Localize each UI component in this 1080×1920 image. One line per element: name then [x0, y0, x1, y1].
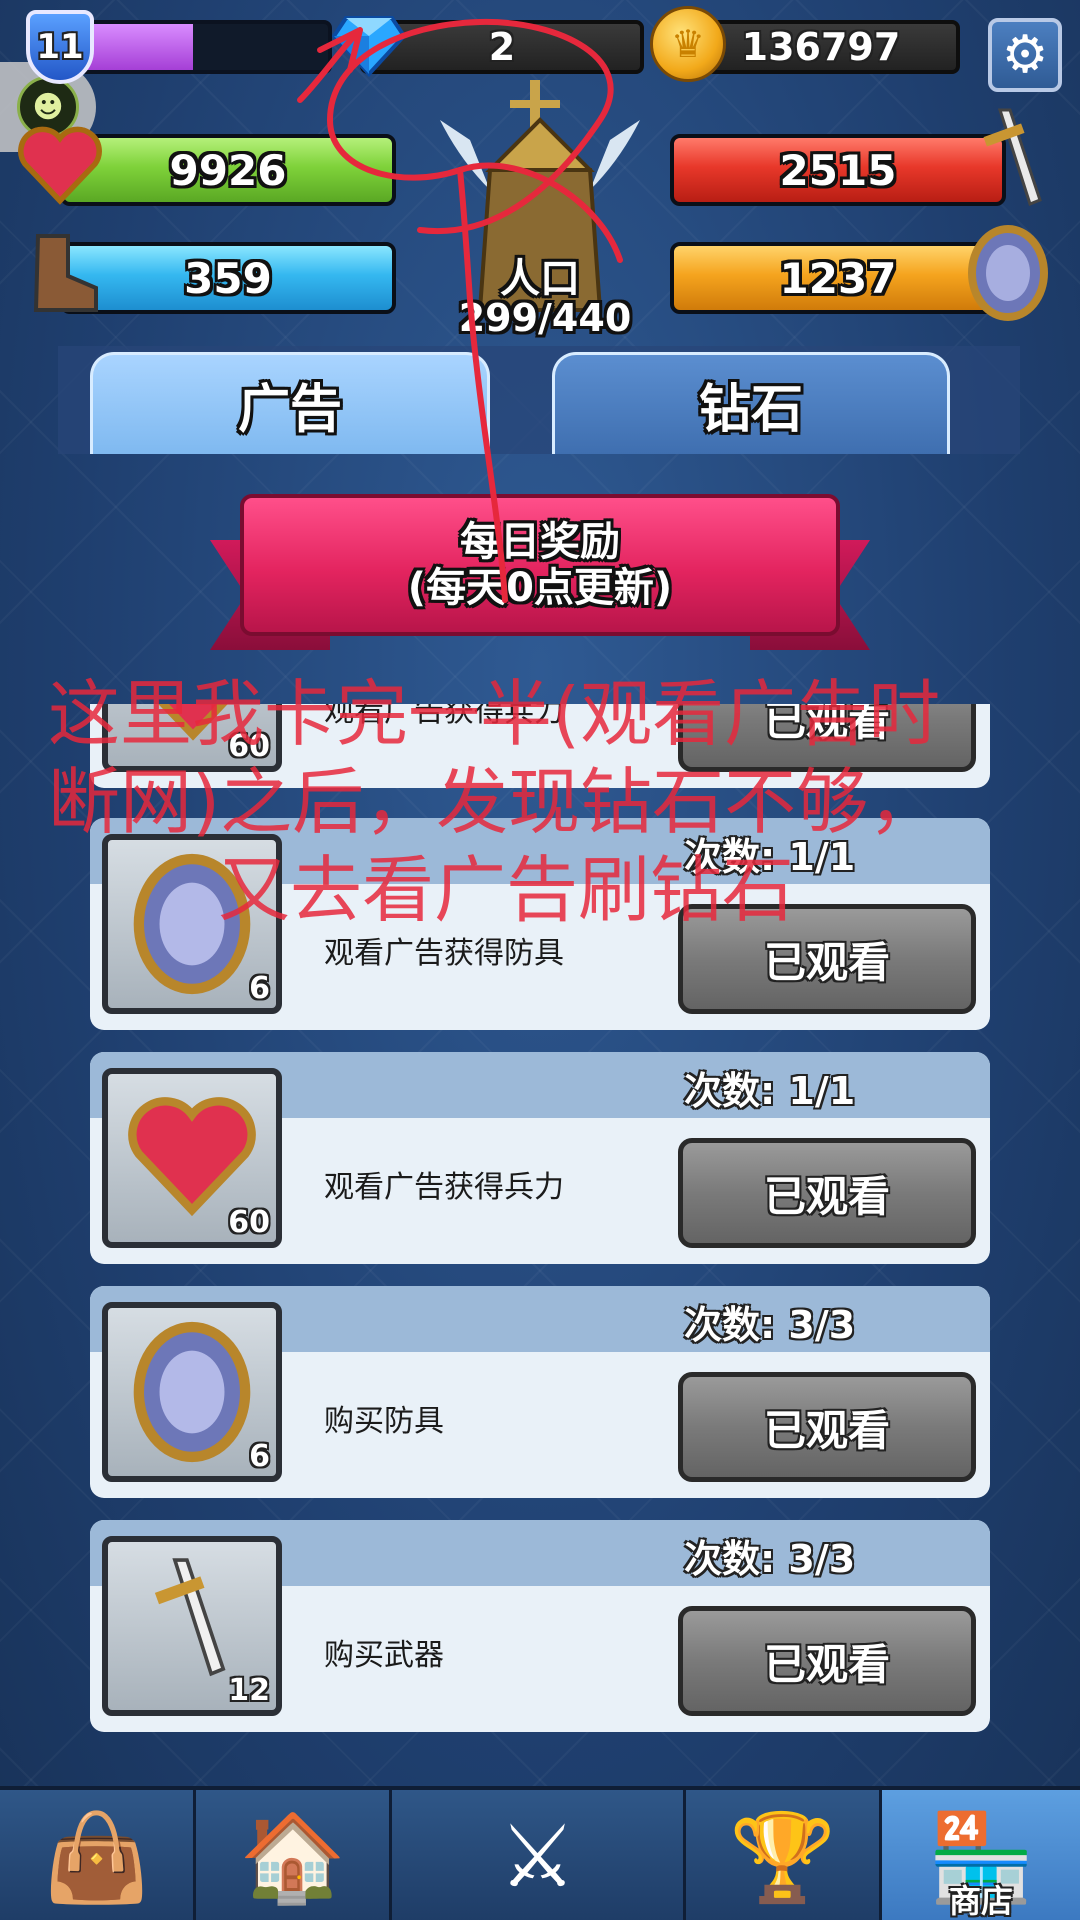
item-description: 购买防具 [324, 1404, 444, 1439]
heart-icon [18, 126, 102, 205]
ribbon-subtitle: (每天0点更新) [407, 565, 673, 611]
trophy-icon: 🏆 [728, 1807, 837, 1908]
item-slot: 6 [102, 834, 282, 1014]
watched-button[interactable]: 已观看 [678, 1138, 976, 1248]
shield-icon [133, 1321, 251, 1463]
watched-button[interactable]: 已观看 [678, 704, 976, 772]
item-quantity: 6 [249, 971, 270, 1006]
speed-stat: 359 [60, 242, 396, 314]
item-description: 购买武器 [324, 1638, 444, 1673]
watched-button[interactable]: 已观看 [678, 1372, 976, 1482]
defense-stat: 1237 [670, 242, 1006, 314]
item-description: 观看广告获得兵力 [324, 1170, 564, 1205]
xp-bar [70, 20, 332, 74]
item-quantity: 6 [249, 1439, 270, 1474]
boot-icon [33, 234, 98, 312]
house-icon: 🏠 [238, 1807, 347, 1908]
nav-shop[interactable]: 🏪 商店 [882, 1790, 1080, 1920]
list-clip: 60 观看广告获得兵力 已观看 [0, 704, 1080, 794]
sword-icon [983, 108, 1042, 206]
ribbon-title: 每日奖励 [460, 519, 620, 565]
nav-shop-label: 商店 [948, 1882, 1013, 1920]
item-slot: 6 [102, 1302, 282, 1482]
crossed-swords-icon: ⚔ [498, 1807, 577, 1907]
count-label: 次数: 1/1 [684, 835, 856, 879]
item-slot: 60 [102, 704, 282, 772]
coin-icon: ♛ [650, 6, 726, 82]
tab-diamonds[interactable]: 钻石 [552, 352, 950, 454]
item-quantity: 12 [228, 1673, 270, 1708]
nav-trophy[interactable]: 🏆 [686, 1790, 882, 1920]
list-item: 12 购买武器 次数: 3/3 已观看 [90, 1520, 990, 1732]
attack-stat: 2515 [670, 134, 1006, 206]
gear-icon: ⚙ [1001, 25, 1049, 85]
watched-button[interactable]: 已观看 [678, 1606, 976, 1716]
item-description: 观看广告获得兵力 [324, 704, 564, 729]
shield-icon [968, 225, 1048, 321]
list-item: 6 购买防具 次数: 3/3 已观看 [90, 1286, 990, 1498]
heart-icon [128, 1097, 256, 1217]
list-item: 6 观看广告获得防具 次数: 1/1 已观看 [90, 818, 990, 1030]
item-slot: 12 [102, 1536, 282, 1716]
level-badge[interactable]: 11 [26, 10, 94, 84]
nav-battle[interactable]: ⚔ [392, 1790, 686, 1920]
item-description: 观看广告获得防具 [324, 936, 564, 971]
shield-icon [133, 853, 251, 995]
tab-ads[interactable]: 广告 [90, 352, 490, 454]
daily-reward-ribbon: 每日奖励 (每天0点更新) [240, 494, 840, 636]
troops-stat: 9926 [60, 134, 396, 206]
list-item: 60 观看广告获得兵力 次数: 1/1 已观看 [90, 1052, 990, 1264]
population-value: 299/440 [458, 296, 632, 340]
list-item: 60 观看广告获得兵力 已观看 [90, 704, 990, 788]
settings-button[interactable]: ⚙ [988, 18, 1062, 92]
nav-bag[interactable]: 👜 [0, 1790, 196, 1920]
count-label: 次数: 3/3 [684, 1537, 856, 1581]
count-label: 次数: 3/3 [684, 1303, 856, 1347]
item-quantity: 60 [228, 1205, 270, 1240]
bottom-nav: 👜 🏠 ⚔ 🏆 🏪 商店 [0, 1786, 1080, 1920]
count-label: 次数: 1/1 [684, 1069, 856, 1113]
watched-button[interactable]: 已观看 [678, 904, 976, 1014]
nav-house[interactable]: 🏠 [196, 1790, 392, 1920]
gem-icon [332, 16, 406, 77]
bag-icon: 👜 [42, 1807, 151, 1908]
item-quantity: 60 [228, 729, 270, 764]
item-slot: 60 [102, 1068, 282, 1248]
